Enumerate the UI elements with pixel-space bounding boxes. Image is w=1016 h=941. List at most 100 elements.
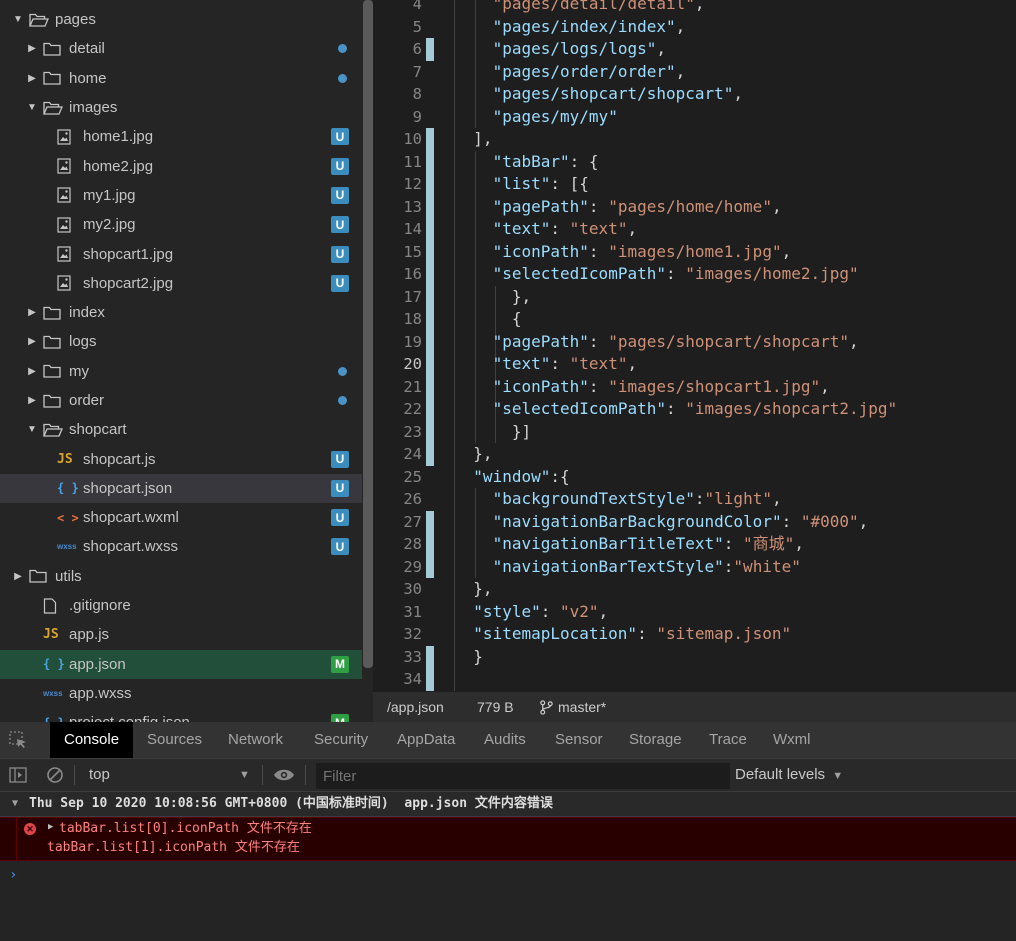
tree-file-shopcart-json[interactable]: { } shopcart.json U (0, 473, 362, 504)
console-error-message[interactable]: ✕ ▶ tabBar.list[0].iconPath 文件不存在 tabBar… (0, 817, 1016, 861)
tree-file-gitignore[interactable]: .gitignore (0, 591, 362, 620)
code-line[interactable]: 23}] (373, 420, 1016, 443)
chevron-down-icon[interactable]: ▼ (11, 5, 25, 34)
tree-file-my1-jpg[interactable]: my1.jpg U (0, 181, 362, 210)
devtools-tab-sources[interactable]: Sources (147, 722, 202, 758)
code-text: "pages/shopcart/shopcart", (493, 83, 743, 106)
chevron-right-icon[interactable]: ▶ (25, 357, 39, 386)
console-prompt-icon[interactable]: › (9, 867, 17, 883)
chevron-down-icon[interactable]: ▼ (25, 93, 39, 122)
code-line[interactable]: 17}, (373, 285, 1016, 308)
devtools-tab-audits[interactable]: Audits (484, 722, 526, 758)
tree-file-shopcart1-jpg[interactable]: shopcart1.jpg U (0, 239, 362, 268)
devtools-tab-storage[interactable]: Storage (629, 722, 682, 758)
tree-item-label: order (69, 392, 105, 409)
code-line[interactable]: 14 "text": "text", (373, 218, 1016, 241)
tree-folder-shopcart[interactable]: ▼ shopcart (0, 415, 362, 444)
code-line[interactable]: 15 "iconPath": "images/home1.jpg", (373, 240, 1016, 263)
inspect-element-icon[interactable] (8, 730, 28, 755)
tree-file-shopcart-wxss[interactable]: wxss shopcart.wxss U (0, 532, 362, 561)
code-line[interactable]: 30}, (373, 578, 1016, 601)
context-dropdown-icon[interactable]: ▼ (239, 759, 250, 791)
tree-file-shopcart-wxml[interactable]: < > shopcart.wxml U (0, 503, 362, 532)
tree-file-home2-jpg[interactable]: home2.jpg U (0, 151, 362, 180)
tree-folder-logs[interactable]: ▶ logs (0, 327, 362, 356)
tree-folder-order[interactable]: ▶ order (0, 386, 362, 415)
code-line[interactable]: 9 "pages/my/my" (373, 106, 1016, 129)
tree-folder-pages[interactable]: ▼ pages (0, 5, 362, 34)
code-line[interactable]: 29 "navigationBarTextStyle":"white" (373, 555, 1016, 578)
chevron-down-icon[interactable]: ▼ (25, 415, 39, 444)
chevron-right-icon[interactable]: ▶ (25, 298, 39, 327)
folder-icon (43, 361, 65, 381)
tree-folder-images[interactable]: ▼ images (0, 93, 362, 122)
code-line[interactable]: 6 "pages/logs/logs", (373, 38, 1016, 61)
code-line[interactable]: 8 "pages/shopcart/shopcart", (373, 83, 1016, 106)
code-line[interactable]: 27 "navigationBarBackgroundColor": "#000"… (373, 510, 1016, 533)
live-expression-eye-icon[interactable] (273, 768, 295, 787)
folder-icon (29, 566, 51, 586)
code-line[interactable]: 26 "backgroundTextStyle":"light", (373, 488, 1016, 511)
punctuation-token: }] (511, 421, 532, 441)
code-line[interactable]: 10], (373, 128, 1016, 151)
chevron-right-icon[interactable]: ▶ (25, 386, 39, 415)
group-expand-icon[interactable]: ▼ (12, 792, 18, 816)
devtools-tab-sensor[interactable]: Sensor (555, 722, 603, 758)
tree-folder-index[interactable]: ▶ index (0, 298, 362, 327)
devtools-tab-appdata[interactable]: AppData (397, 722, 455, 758)
chevron-right-icon[interactable]: ▶ (25, 34, 39, 63)
code-line[interactable]: 19 "pagePath": "pages/shopcart/shopcart", (373, 330, 1016, 353)
tree-folder-home[interactable]: ▶ home (0, 64, 362, 93)
code-line[interactable]: 13 "pagePath": "pages/home/home", (373, 195, 1016, 218)
code-line[interactable]: 21 "iconPath": "images/shopcart1.jpg", (373, 375, 1016, 398)
git-branch[interactable]: master* (539, 692, 606, 722)
code-line[interactable]: 25 "window":{ (373, 466, 1016, 489)
tree-file-my2-jpg[interactable]: my2.jpg U (0, 210, 362, 239)
code-line[interactable]: 11 "tabBar": { (373, 150, 1016, 173)
code-line[interactable]: 20 "text": "text", (373, 353, 1016, 376)
code-line[interactable]: 33} (373, 645, 1016, 668)
tree-file-home1-jpg[interactable]: home1.jpg U (0, 122, 362, 151)
tree-file-shopcart2-jpg[interactable]: shopcart2.jpg U (0, 269, 362, 298)
code-line[interactable]: 18 { (373, 308, 1016, 331)
toggle-sidebar-icon[interactable] (9, 767, 27, 788)
code-line[interactable]: 34 (373, 668, 1016, 691)
devtools-tab-network[interactable]: Network (228, 722, 283, 758)
clear-console-icon[interactable] (46, 766, 64, 789)
tree-file-project-config-json[interactable]: { } project.config.json M (0, 708, 362, 722)
tree-item-label: .gitignore (69, 597, 131, 615)
code-line[interactable]: 31 "style": "v2", (373, 601, 1016, 624)
tree-file-app-js[interactable]: JS app.js (0, 620, 362, 649)
devtools-tab-trace[interactable]: Trace (709, 722, 747, 758)
devtools-tab-wxml[interactable]: Wxml (773, 722, 811, 758)
code-line[interactable]: 4 "pages/detail/detail", (373, 0, 1016, 16)
chevron-right-icon[interactable]: ▶ (25, 64, 39, 93)
code-line[interactable]: 22 "selectedIcomPath": "images/shopcart2.… (373, 398, 1016, 421)
code-editor[interactable]: 4 "pages/detail/detail", 5 "pages/index/ind… (373, 0, 1016, 692)
tree-file-shopcart-js[interactable]: JS shopcart.js U (0, 444, 362, 473)
code-line[interactable]: 7 "pages/order/order", (373, 61, 1016, 84)
console-filter-input[interactable] (316, 763, 730, 789)
code-text: "window":{ (473, 466, 569, 489)
chevron-right-icon[interactable]: ▶ (25, 327, 39, 356)
error-expand-icon[interactable]: ▶ (48, 822, 53, 832)
code-line[interactable]: 32 "sitemapLocation": "sitemap.json" (373, 623, 1016, 646)
tree-folder-utils[interactable]: ▶ utils (0, 562, 362, 591)
tree-file-app-wxss[interactable]: wxss app.wxss (0, 679, 362, 708)
console-message-group[interactable]: ▼ Thu Sep 10 2020 10:08:56 GMT+0800 (中国标… (0, 792, 1016, 817)
tree-folder-detail[interactable]: ▶ detail (0, 34, 362, 63)
devtools-tab-console[interactable]: Console (50, 722, 134, 758)
code-line[interactable]: 24}, (373, 443, 1016, 466)
punctuation-token: : (588, 376, 609, 396)
code-line[interactable]: 28 "navigationBarTitleText": "商城", (373, 533, 1016, 556)
chevron-right-icon[interactable]: ▶ (11, 562, 25, 591)
tree-file-app-json[interactable]: { } app.json M (0, 649, 362, 679)
devtools-tab-security[interactable]: Security (314, 722, 368, 758)
code-line[interactable]: 16 "selectedIcomPath": "images/home2.jpg" (373, 263, 1016, 286)
code-line[interactable]: 5 "pages/index/index", (373, 16, 1016, 39)
tree-folder-my[interactable]: ▶ my (0, 357, 362, 386)
log-levels-select[interactable]: Default levels ▼ (735, 759, 843, 791)
context-select[interactable]: top (89, 759, 110, 791)
code-line[interactable]: 12 "list": [{ (373, 173, 1016, 196)
explorer-scrollbar[interactable] (363, 0, 373, 668)
